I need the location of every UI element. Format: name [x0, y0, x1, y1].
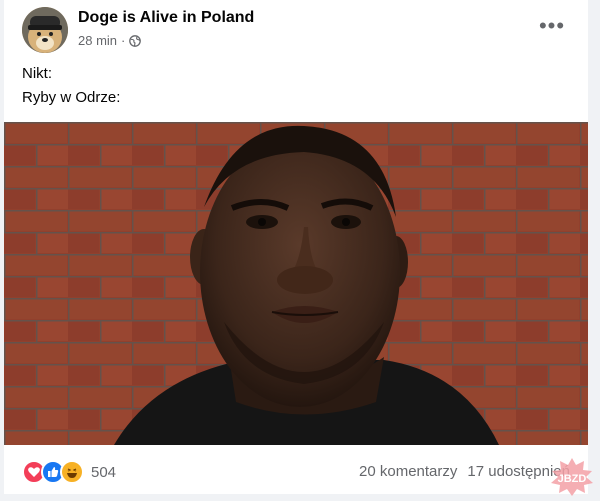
svg-text:JBZD: JBZD: [558, 473, 587, 485]
post-text-line-2: Ryby w Odrze:: [22, 89, 121, 106]
more-dots-icon: •••: [538, 13, 566, 38]
post-text-line-1: Nikt:: [22, 65, 52, 82]
more-options-button[interactable]: •••: [534, 11, 570, 41]
engagement-stats: 20 komentarzy 17 udostępnień: [359, 463, 570, 480]
reaction-count: 504: [91, 463, 117, 481]
globe-icon: [129, 34, 142, 47]
post-meta: 28 min ·: [78, 33, 142, 48]
comments-count[interactable]: 20 komentarzy: [359, 463, 457, 480]
post-photo[interactable]: [4, 122, 588, 445]
watermark-logo: JBZD: [548, 456, 596, 496]
avatar[interactable]: [22, 7, 68, 53]
post-time[interactable]: 28 min: [78, 33, 117, 48]
post-text: Nikt: Ryby w Odrze:: [22, 62, 120, 110]
reaction-summary[interactable]: 504: [22, 460, 116, 484]
post-card: Doge is Alive in Poland 28 min · ••• Nik…: [4, 0, 588, 494]
post-header: Doge is Alive in Poland 28 min · •••: [22, 7, 570, 53]
author-name[interactable]: Doge is Alive in Poland: [78, 9, 254, 27]
haha-icon: [60, 460, 84, 484]
post-footer: 504 20 komentarzy 17 udostępnień: [22, 456, 570, 486]
